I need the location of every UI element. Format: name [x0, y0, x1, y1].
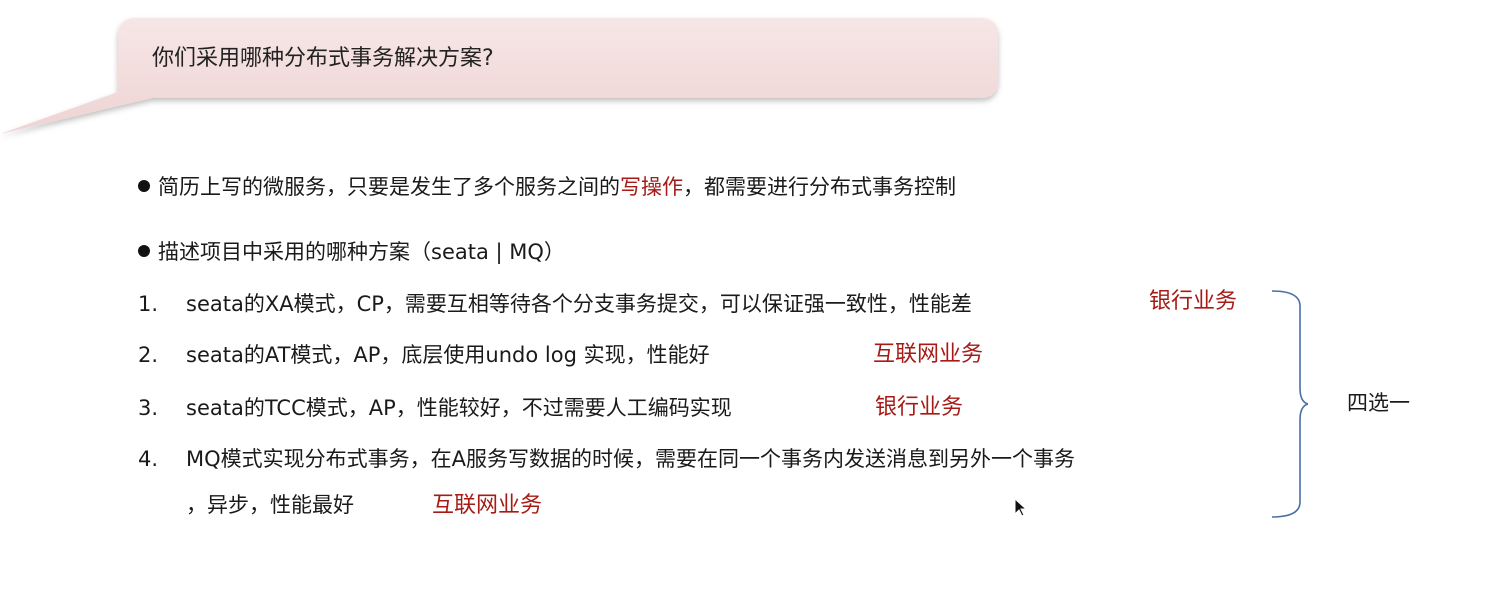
item-2-text: seata的AT模式，AP，底层使用undo log 实现，性能好	[186, 343, 710, 367]
bullet-item-2: 描述项目中采用的哪种方案（seata | MQ）	[138, 237, 565, 267]
item-4-text: MQ模式实现分布式事务，在A服务写数据的时候，需要在同一个事务内发送消息到另外一…	[186, 447, 1076, 471]
question-text: 你们采用哪种分布式事务解决方案?	[152, 46, 494, 71]
item-1-number: 1.	[138, 292, 159, 316]
mouse-cursor-icon	[1014, 498, 1028, 517]
right-brace-icon	[1271, 290, 1308, 518]
item-3-tag: 银行业务	[875, 395, 964, 420]
item-4-number: 4.	[138, 447, 159, 471]
brace-label: 四选一	[1347, 391, 1410, 415]
item-1-tag: 银行业务	[1149, 289, 1238, 314]
bullet1-highlight: 写操作	[620, 175, 683, 199]
bullet-dot-icon	[138, 180, 150, 192]
bullet1-text-after: ，都需要进行分布式事务控制	[683, 175, 956, 199]
item-4-text-continued: ，异步，性能最好	[186, 493, 354, 517]
bullet2-text: 描述项目中采用的哪种方案（seata | MQ）	[158, 240, 565, 264]
item-2-tag: 互联网业务	[873, 342, 984, 367]
bullet1-text-before: 简历上写的微服务，只要是发生了多个服务之间的	[158, 175, 620, 199]
bullet-item-1: 简历上写的微服务，只要是发生了多个服务之间的写操作，都需要进行分布式事务控制	[138, 172, 956, 202]
item-4-tag: 互联网业务	[432, 493, 543, 518]
item-3-text: seata的TCC模式，AP，性能较好，不过需要人工编码实现	[186, 396, 732, 420]
item-2-number: 2.	[138, 343, 159, 367]
item-3-number: 3.	[138, 396, 159, 420]
bullet-dot-icon	[138, 245, 150, 257]
item-1-text: seata的XA模式，CP，需要互相等待各个分支事务提交，可以保证强一致性，性能…	[186, 292, 972, 316]
